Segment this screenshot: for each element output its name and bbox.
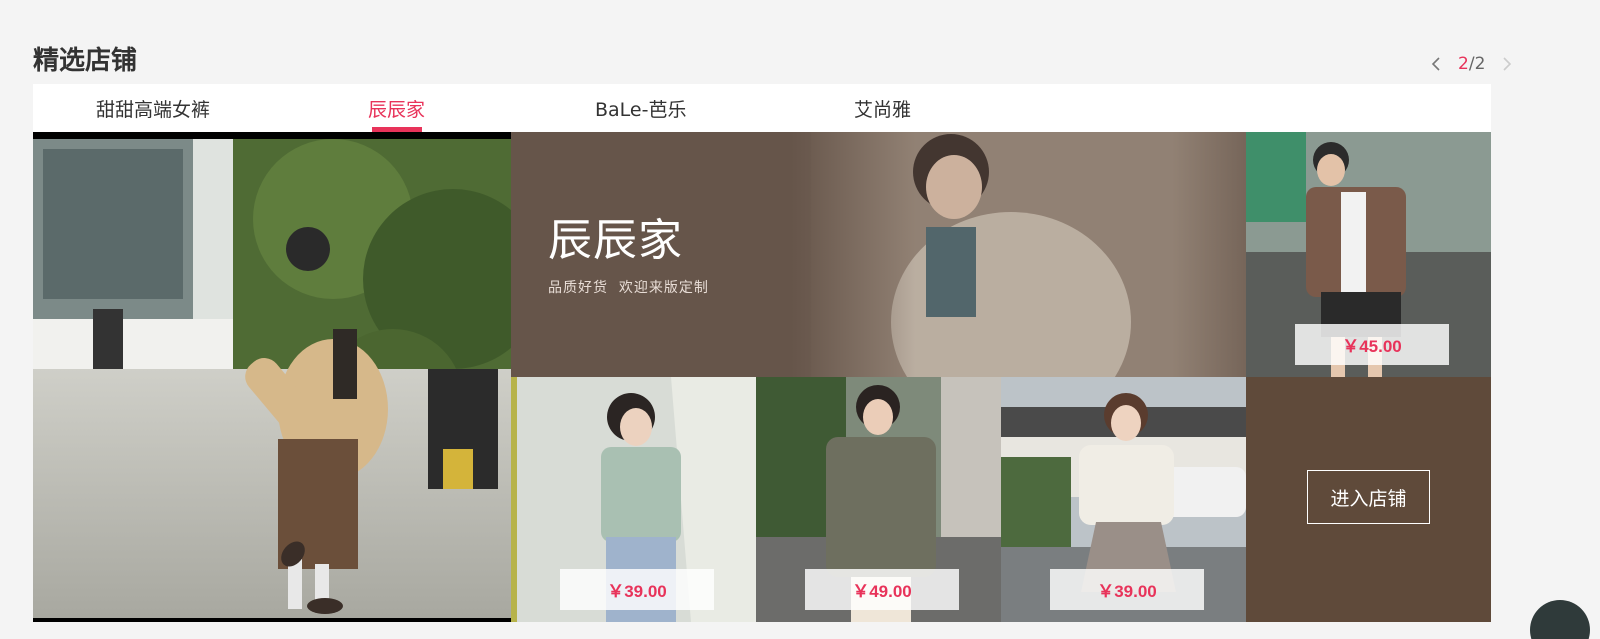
product-card[interactable]: ￥39.00 [1001, 377, 1246, 622]
shop-tabs: 甜甜高端女裤 辰辰家 BaLe-芭乐 艾尚雅 [33, 84, 1491, 132]
product-price: ￥39.00 [1050, 569, 1204, 610]
banner-shop-name: 辰辰家 [548, 215, 683, 266]
shop-showcase: 辰辰家 品质好货 欢迎来版定制 ￥45.00 ￥39.00 ￥49.00 ￥39… [33, 132, 1491, 622]
tab-tiantian[interactable]: 甜甜高端女裤 [96, 84, 210, 132]
featured-image [33, 139, 511, 618]
tab-label: 艾尚雅 [854, 98, 912, 121]
product-price: ￥45.00 [1295, 324, 1449, 365]
tab-chenchenjia[interactable]: 辰辰家 [368, 84, 425, 132]
product-card[interactable]: ￥39.00 [511, 377, 756, 622]
product-price: ￥49.00 [805, 569, 959, 610]
shop-banner[interactable]: 辰辰家 品质好货 欢迎来版定制 [511, 132, 1246, 377]
next-page-button[interactable] [1497, 52, 1517, 76]
featured-photo[interactable] [33, 132, 511, 622]
tab-label: 辰辰家 [368, 98, 426, 121]
product-card[interactable]: ￥49.00 [756, 377, 1001, 622]
product-card[interactable]: ￥45.00 [1246, 132, 1491, 377]
prev-page-button[interactable] [1426, 52, 1446, 76]
floating-widget-icon[interactable] [1530, 600, 1590, 639]
current-page: 2 [1458, 54, 1469, 74]
enter-store-panel: 进入店铺 [1246, 377, 1491, 622]
pager: 2/2 [1426, 52, 1517, 76]
total-pages: 2 [1474, 54, 1486, 74]
product-price: ￥39.00 [560, 569, 714, 610]
tab-label: BaLe-芭乐 [595, 98, 687, 121]
tab-bale[interactable]: BaLe-芭乐 [595, 84, 686, 132]
chevron-left-icon [1431, 57, 1440, 71]
enter-store-button[interactable]: 进入店铺 [1307, 470, 1430, 524]
tab-aishangya[interactable]: 艾尚雅 [854, 84, 911, 132]
page-indicator: 2/2 [1458, 54, 1485, 74]
banner-slogan: 品质好货 欢迎来版定制 [548, 280, 709, 296]
tab-label: 甜甜高端女裤 [96, 98, 211, 121]
chevron-right-icon [1503, 57, 1512, 71]
section-title: 精选店铺 [33, 46, 138, 76]
